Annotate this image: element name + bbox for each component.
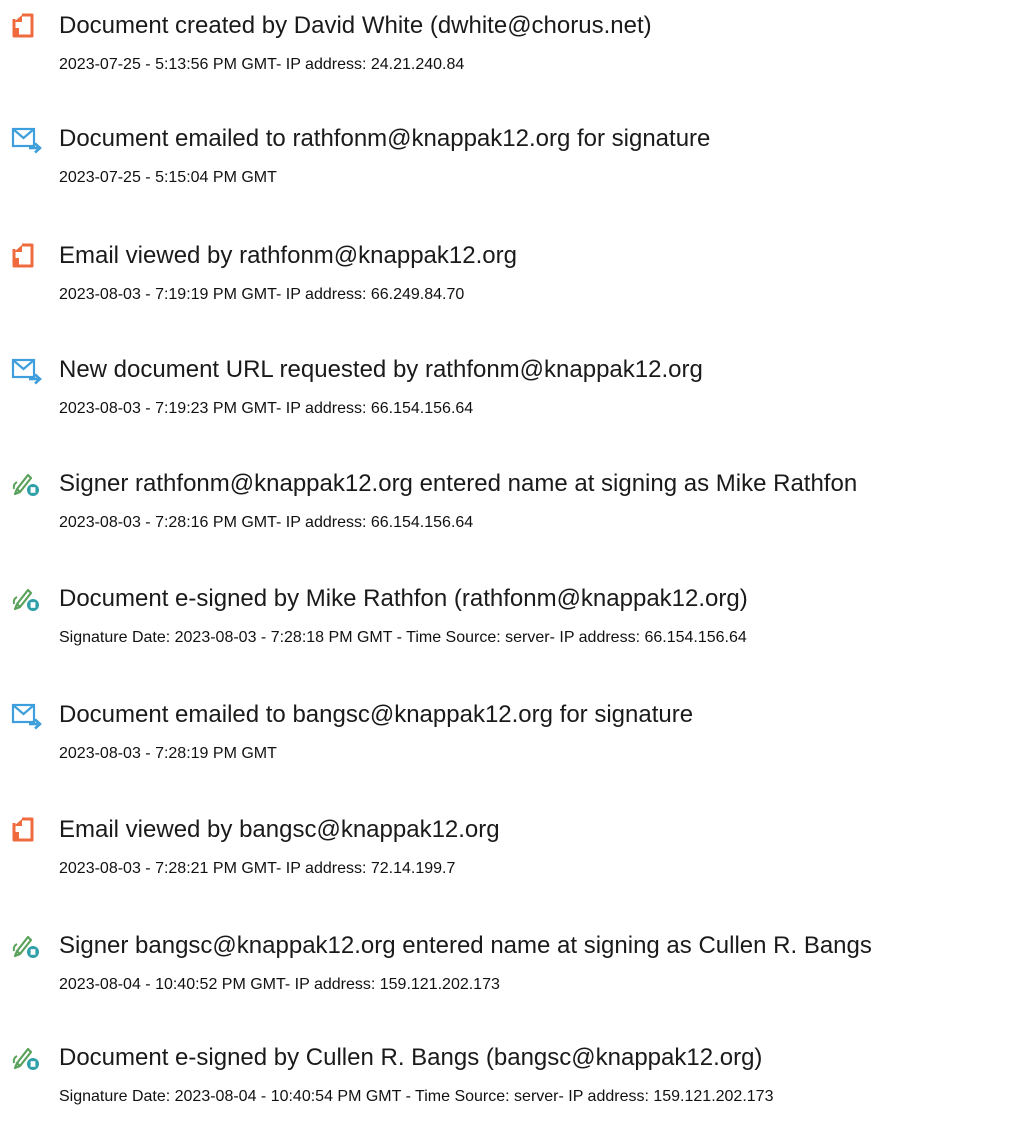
event-detail: Signature Date: 2023-08-03 - 7:28:18 PM … bbox=[59, 629, 747, 646]
event-detail: 2023-08-03 - 7:28:19 PM GMT bbox=[59, 745, 277, 762]
event-title: Document e-signed by Cullen R. Bangs (ba… bbox=[59, 1044, 763, 1071]
audit-event: Document emailed to bangsc@knappak12.org… bbox=[0, 700, 1011, 780]
audit-event: Email viewed by rathfonm@knappak12.org 2… bbox=[0, 241, 1011, 321]
document-icon bbox=[8, 11, 42, 41]
audit-event: New document URL requested by rathfonm@k… bbox=[0, 355, 1011, 435]
event-title: Document emailed to bangsc@knappak12.org… bbox=[59, 701, 694, 728]
audit-event: Email viewed by bangsc@knappak12.org 202… bbox=[0, 815, 1011, 895]
event-detail: 2023-08-03 - 7:19:23 PM GMT- IP address:… bbox=[59, 400, 474, 417]
email-icon bbox=[8, 700, 42, 730]
signer-icon bbox=[8, 931, 42, 961]
event-title: Document e-signed by Mike Rathfon (rathf… bbox=[59, 585, 748, 612]
audit-event: Document created by David White (dwhite@… bbox=[0, 11, 1011, 91]
event-detail: 2023-07-25 - 5:15:04 PM GMT bbox=[59, 169, 277, 186]
audit-event: Document e-signed by Cullen R. Bangs (ba… bbox=[0, 1043, 1011, 1123]
document-icon bbox=[8, 241, 42, 271]
event-title: Email viewed by rathfonm@knappak12.org bbox=[59, 242, 517, 269]
signer-icon bbox=[8, 1043, 42, 1073]
event-title: New document URL requested by rathfonm@k… bbox=[59, 356, 703, 383]
event-title: Email viewed by bangsc@knappak12.org bbox=[59, 816, 500, 843]
audit-event: Document emailed to rathfonm@knappak12.o… bbox=[0, 124, 1011, 204]
event-detail: 2023-07-25 - 5:13:56 PM GMT- IP address:… bbox=[59, 56, 465, 73]
event-detail: 2023-08-04 - 10:40:52 PM GMT- IP address… bbox=[59, 976, 500, 993]
event-detail: 2023-08-03 - 7:19:19 PM GMT- IP address:… bbox=[59, 286, 465, 303]
event-detail: 2023-08-03 - 7:28:16 PM GMT- IP address:… bbox=[59, 514, 474, 531]
event-title: Document emailed to rathfonm@knappak12.o… bbox=[59, 125, 711, 152]
signer-icon bbox=[8, 469, 42, 499]
audit-event: Document e-signed by Mike Rathfon (rathf… bbox=[0, 584, 1011, 664]
event-detail: Signature Date: 2023-08-04 - 10:40:54 PM… bbox=[59, 1088, 774, 1105]
event-title: Signer rathfonm@knappak12.org entered na… bbox=[59, 470, 858, 497]
signer-icon bbox=[8, 584, 42, 614]
email-icon bbox=[8, 355, 42, 385]
event-title: Document created by David White (dwhite@… bbox=[59, 12, 652, 39]
event-title: Signer bangsc@knappak12.org entered name… bbox=[59, 932, 872, 959]
audit-event: Signer bangsc@knappak12.org entered name… bbox=[0, 931, 1011, 1011]
audit-log: Document created by David White (dwhite@… bbox=[0, 0, 1011, 1109]
document-icon bbox=[8, 815, 42, 845]
audit-event: Signer rathfonm@knappak12.org entered na… bbox=[0, 469, 1011, 549]
event-detail: 2023-08-03 - 7:28:21 PM GMT- IP address:… bbox=[59, 860, 456, 877]
email-icon bbox=[8, 124, 42, 154]
